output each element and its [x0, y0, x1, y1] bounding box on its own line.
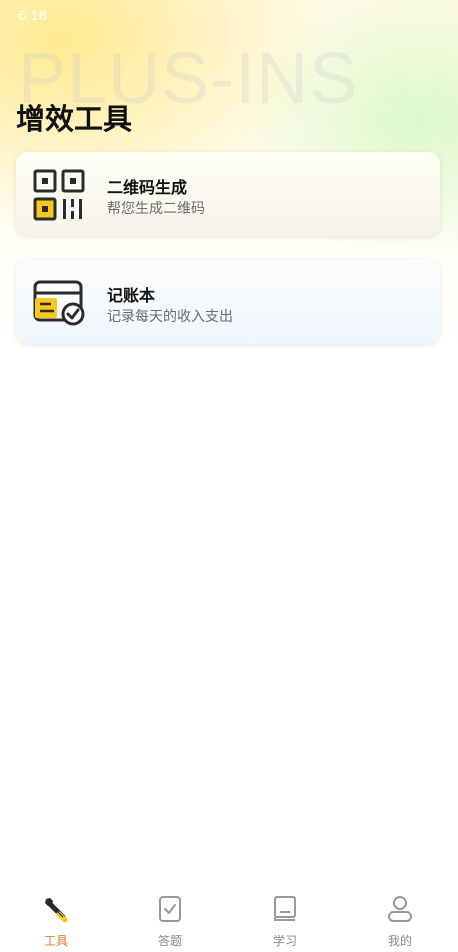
tool-card-ledger[interactable]: 记账本 记录每天的收入支出 [16, 260, 440, 344]
tab-quiz[interactable]: 答题 [130, 894, 210, 950]
tab-tools[interactable]: 工具 [16, 894, 96, 950]
clipboard-check-icon [155, 894, 185, 928]
tab-label: 答题 [157, 934, 182, 948]
tab-label: 工具 [43, 934, 68, 948]
page-title: 增效工具 [16, 102, 133, 136]
tab-label: 我的 [387, 934, 412, 948]
bottom-tab-bar: 工具 答题 学习 我的 [0, 884, 458, 952]
card-subtitle: 记录每天的收入支出 [107, 309, 233, 325]
tool-card-qr-generator[interactable]: 二维码生成 帮您生成二维码 [16, 152, 440, 236]
card-subtitle: 帮您生成二维码 [107, 201, 205, 217]
tab-study[interactable]: 学习 [245, 894, 325, 950]
status-bar-time: 6:18 [18, 7, 48, 23]
wrench-icon [41, 894, 71, 928]
card-title: 记账本 [107, 286, 156, 305]
ledger-icon [32, 276, 86, 330]
tab-mine[interactable]: 我的 [360, 894, 440, 950]
user-icon [385, 894, 415, 928]
card-title: 二维码生成 [107, 178, 188, 197]
qr-code-icon [32, 168, 86, 222]
book-icon [270, 894, 300, 928]
tab-label: 学习 [272, 934, 297, 948]
